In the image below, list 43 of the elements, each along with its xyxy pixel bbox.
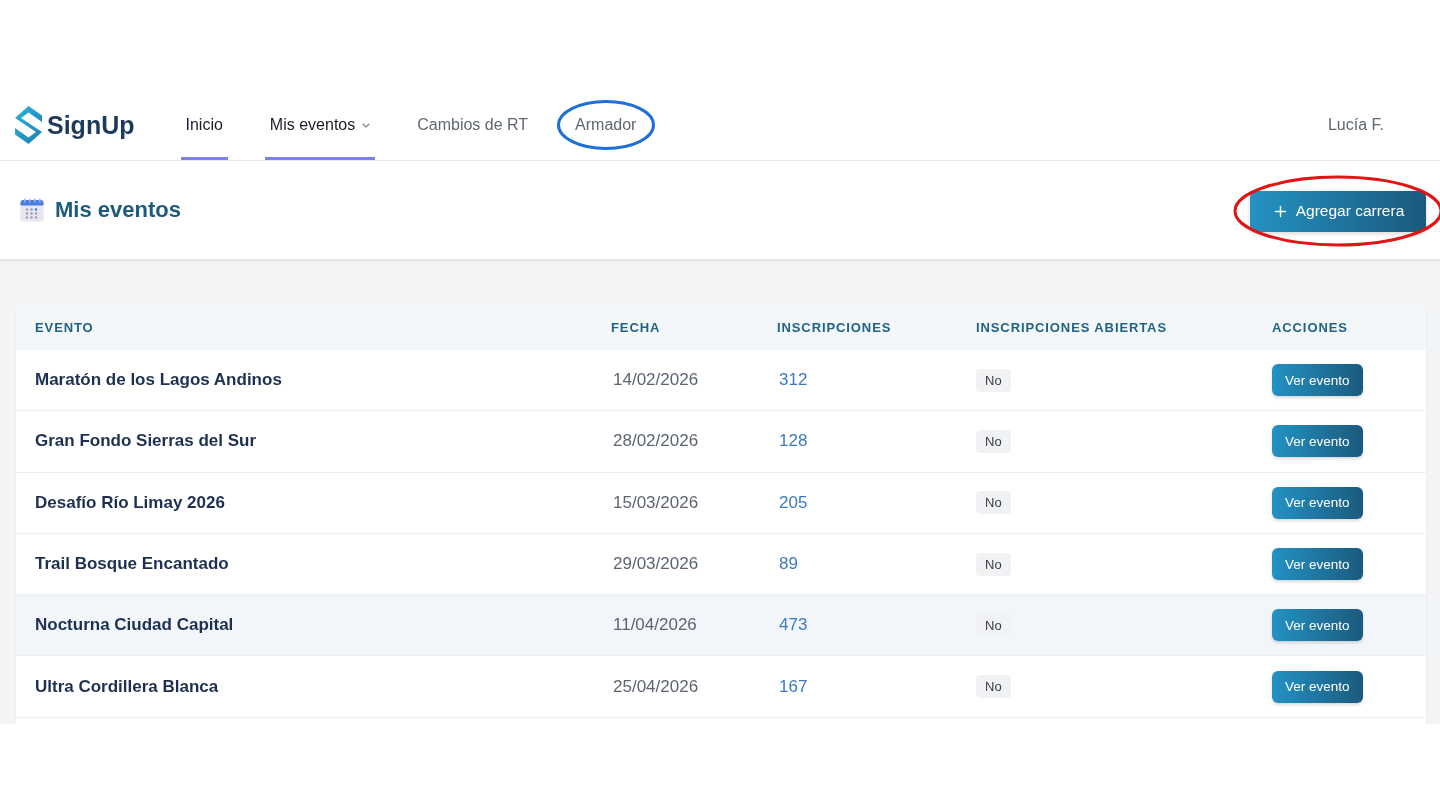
view-event-button[interactable]: Ver evento <box>1272 486 1363 519</box>
view-event-button[interactable]: Ver evento <box>1272 548 1363 581</box>
registration-count: 128 <box>779 431 808 452</box>
page-title: Mis eventos <box>55 197 181 223</box>
brand-name: SignUp <box>47 110 135 140</box>
calendar-icon <box>20 198 44 222</box>
column-header: INSCRIPCIONES ABIERTAS <box>976 320 1167 335</box>
event-name: Maratón de los Lagos Andinos <box>35 370 282 391</box>
registration-count: 205 <box>779 492 808 513</box>
event-date: 11/04/2026 <box>613 615 697 636</box>
event-name: Desafío Río Limay 2026 <box>35 492 225 513</box>
column-header: FECHA <box>611 320 661 335</box>
nav-link[interactable]: Cambios de RT <box>412 90 534 160</box>
status-badge: No <box>976 675 1011 699</box>
registration-count: 473 <box>779 615 808 636</box>
event-date: 25/04/2026 <box>613 676 699 697</box>
registration-count: 89 <box>779 554 798 575</box>
column-header: INSCRIPCIONES <box>777 320 892 335</box>
event-name: Nocturna Ciudad Capital <box>35 615 234 636</box>
status-badge: No <box>976 429 1011 453</box>
event-date: 15/03/2026 <box>613 492 699 513</box>
view-event-button[interactable]: Ver evento <box>1272 609 1363 642</box>
status-badge: No <box>976 368 1011 392</box>
event-name: Ultra Cordillera Blanca <box>35 676 219 697</box>
event-date: 14/02/2026 <box>613 370 699 391</box>
status-badge: No <box>976 552 1011 576</box>
add-race-button[interactable]: Agregar carrera <box>1250 190 1426 232</box>
registration-count: 167 <box>779 676 808 697</box>
registration-count: 312 <box>779 370 808 391</box>
view-event-button[interactable]: Ver evento <box>1272 425 1363 458</box>
column-header: ACCIONES <box>1272 320 1348 335</box>
event-name: Gran Fondo Sierras del Sur <box>35 431 257 452</box>
event-date: 29/03/2026 <box>613 554 699 575</box>
view-event-button[interactable]: Ver evento <box>1272 364 1363 397</box>
logo-icon <box>15 106 42 144</box>
column-header: EVENTO <box>35 320 94 335</box>
nav-link[interactable]: Armador <box>570 90 642 160</box>
status-badge: No <box>976 491 1011 515</box>
view-event-button[interactable]: Ver evento <box>1272 670 1363 703</box>
user-name[interactable]: Lucía F. <box>1327 116 1384 134</box>
event-name: Trail Bosque Encantado <box>35 554 229 575</box>
status-badge: No <box>976 613 1011 637</box>
event-date: 28/02/2026 <box>613 431 699 452</box>
